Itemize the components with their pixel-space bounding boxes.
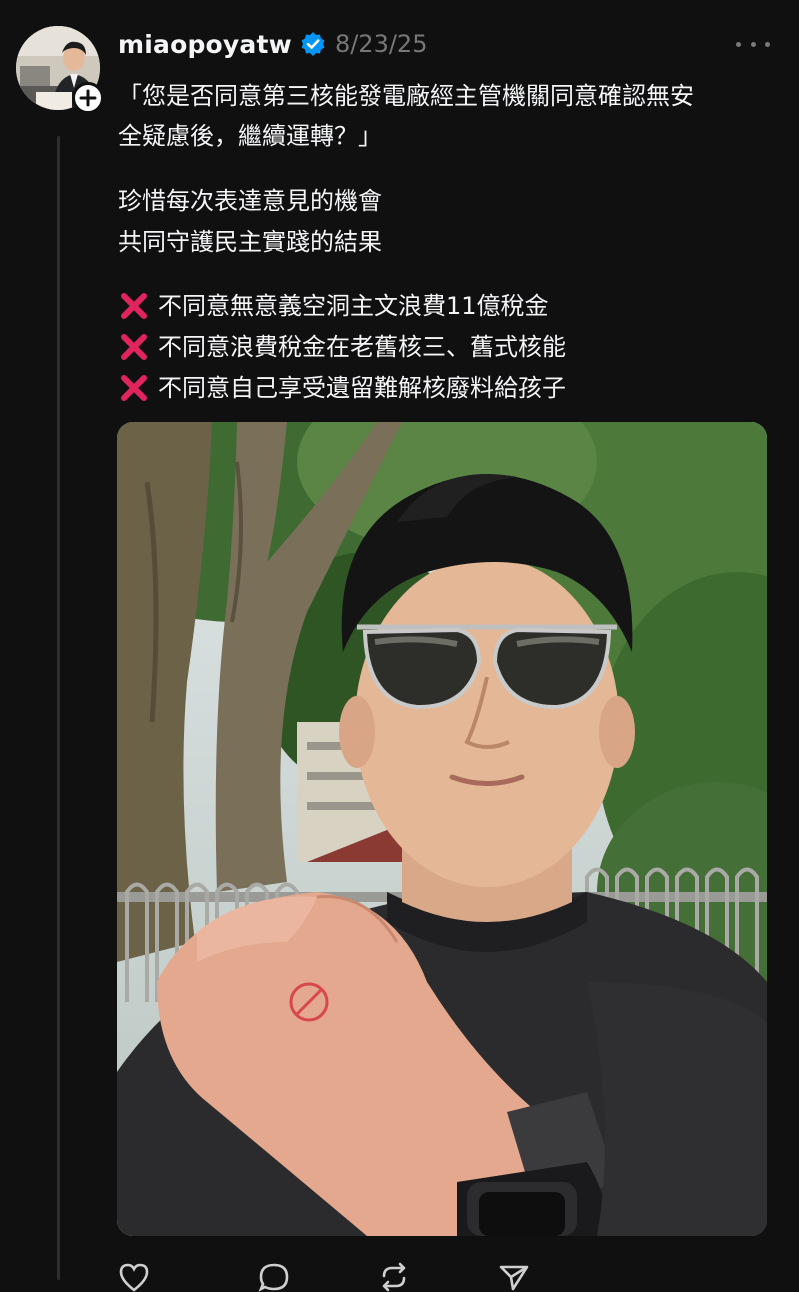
action-bar [118, 1262, 578, 1292]
verified-badge-icon [301, 32, 325, 56]
post-text-line: 共同守護民主實踐的結果 [118, 228, 382, 256]
post-text-line: 珍惜每次表達意見的機會 [118, 187, 382, 215]
disagree-item: 不同意無意義空洞主文浪費11億稅金 [118, 288, 549, 324]
repost-button[interactable] [378, 1262, 418, 1292]
heart-icon [119, 1263, 149, 1292]
post-photo[interactable] [117, 422, 767, 1236]
post-header: miaopoyatw 8/23/25 [118, 26, 427, 62]
disagree-item-text: 不同意浪費稅金在老舊核三、舊式核能 [158, 333, 566, 361]
share-button[interactable] [498, 1262, 538, 1292]
follow-button[interactable] [72, 82, 104, 114]
plus-icon [79, 89, 97, 107]
thread-line [57, 136, 60, 1280]
more-button[interactable] [736, 30, 770, 58]
more-icon-dot [736, 41, 741, 47]
post-text-line: 「您是否同意第三核能發電廠經主管機關同意確認無安 [118, 82, 694, 110]
more-icon-dot [750, 41, 756, 47]
comment-icon [258, 1263, 289, 1292]
post-text-line: 全疑慮後，繼續運轉？」 [118, 122, 382, 150]
more-icon-dot [765, 41, 770, 47]
disagree-item-text: 不同意無意義空洞主文浪費11億稅金 [158, 292, 549, 320]
disagree-item-text: 不同意自己享受遺留難解核廢料給孩子 [158, 374, 566, 402]
disagree-item: 不同意浪費稅金在老舊核三、舊式核能 [118, 329, 566, 365]
cross-mark-icon [121, 334, 147, 360]
selfie-photo [117, 422, 767, 1236]
cross-mark-icon [121, 375, 147, 401]
repost-icon [382, 1262, 406, 1292]
reply-button[interactable] [258, 1262, 298, 1292]
cross-mark-icon [121, 293, 147, 319]
username[interactable]: miaopoyatw [118, 30, 292, 59]
disagree-item: 不同意自己享受遺留難解核廢料給孩子 [118, 370, 566, 406]
post-timestamp[interactable]: 8/23/25 [335, 30, 428, 58]
like-button[interactable] [118, 1262, 158, 1292]
send-icon [499, 1265, 529, 1291]
